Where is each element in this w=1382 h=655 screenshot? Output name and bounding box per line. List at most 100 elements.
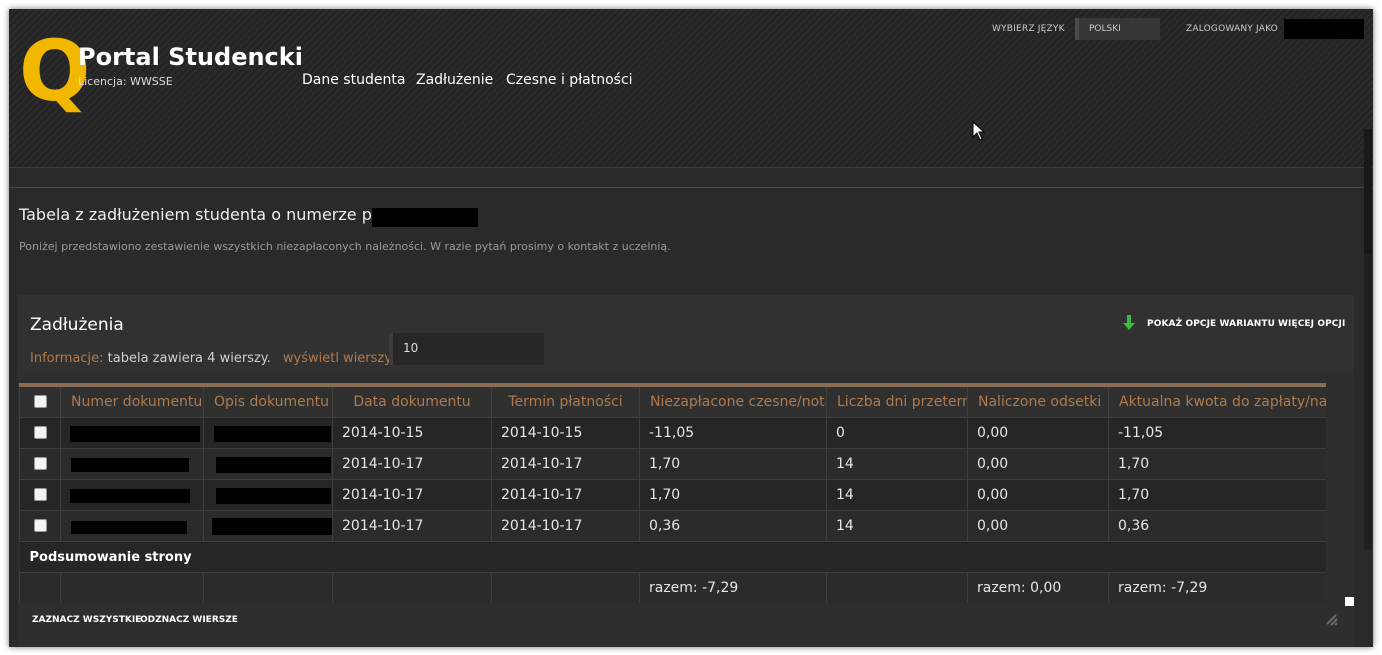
summary-amount-total: razem: -7,29: [1108, 571, 1326, 603]
column-header[interactable]: Data dokumentu: [332, 383, 492, 417]
unpaid-cell: 0,36: [639, 509, 827, 541]
download-arrow-icon[interactable]: [1123, 315, 1135, 331]
doc-description-cell: [203, 509, 333, 541]
row-checkbox[interactable]: [33, 426, 47, 439]
select-all-checkbox[interactable]: [33, 395, 47, 409]
row-checkbox-cell[interactable]: [19, 447, 61, 479]
overdue-days-cell: 14: [826, 447, 968, 479]
column-header[interactable]: Termin płatności: [491, 383, 640, 417]
app-window: Q Portal Studencki Licencja: WWSSE Dane …: [9, 9, 1373, 647]
deselect-rows-button[interactable]: ODZNACZ WIERSZE: [140, 615, 238, 625]
doc-description-cell: [203, 416, 333, 448]
row-checkbox-cell[interactable]: [19, 509, 61, 541]
nav-zadluzenie[interactable]: Zadłużenie: [416, 72, 493, 88]
redacted-value: [70, 488, 190, 503]
table-header-row: Numer dokumentu Opis dokumentu Data doku…: [19, 383, 1326, 417]
select-all-button[interactable]: ZAZNACZ WSZYSTKIE: [32, 615, 141, 625]
column-header[interactable]: Aktualna kwota do zapłaty/nadpłaty: [1108, 383, 1326, 417]
language-label: WYBIERZ JĘZYK: [992, 24, 1065, 34]
more-options-button[interactable]: WIĘCEJ OPCJI: [1278, 319, 1345, 329]
doc-date-cell: 2014-10-17: [332, 447, 492, 479]
info-text-post: wierszy.: [219, 351, 271, 366]
doc-description-cell: [203, 447, 333, 479]
resize-handle-icon[interactable]: [1324, 612, 1340, 628]
doc-date-cell: 2014-10-17: [332, 509, 492, 541]
doc-description-cell: [203, 478, 333, 510]
resize-marker: [1345, 597, 1354, 606]
summary-interest-total: razem: 0,00: [967, 571, 1109, 603]
overdue-days-cell: 14: [826, 478, 968, 510]
page-heading: Tabela z zadłużeniem studenta o numerze …: [19, 205, 410, 224]
redacted-value: [216, 456, 331, 473]
redacted-value: [71, 520, 187, 534]
redacted-value: [70, 425, 200, 442]
column-header[interactable]: Niezapłacone czesne/nota obciążeniowa: [639, 383, 827, 417]
row-checkbox[interactable]: [33, 519, 47, 532]
show-variant-options-button[interactable]: POKAŻ OPCJE WARIANTU: [1147, 319, 1275, 329]
table-row[interactable]: 2014-10-17 2014-10-17 1,70 14 0,00 1,70: [19, 447, 1326, 479]
info-text-pre: tabela zawiera: [107, 351, 204, 366]
logged-in-label: ZALOGOWANY JAKO: [1186, 24, 1278, 34]
amount-due-cell: 1,70: [1108, 447, 1326, 479]
summary-row: razem: -7,29 razem: 0,00 razem: -7,29: [19, 571, 1326, 603]
table-row[interactable]: 2014-10-15 2014-10-15 -11,05 0 0,00 -11,…: [19, 416, 1326, 448]
unpaid-cell: 1,70: [639, 478, 827, 510]
due-date-cell: 2014-10-17: [491, 478, 640, 510]
scrollbar-thumb[interactable]: [1364, 129, 1372, 254]
doc-date-cell: 2014-10-17: [332, 478, 492, 510]
summary-cell: [332, 571, 492, 603]
row-checkbox-cell[interactable]: [19, 478, 61, 510]
redacted-value: [71, 457, 189, 472]
table-info: Informacje: tabela zawiera 4 wierszy. wy…: [30, 351, 395, 366]
due-date-cell: 2014-10-17: [491, 509, 640, 541]
summary-cell: [203, 571, 333, 603]
rows-label: wyświetl wierszy:: [282, 351, 396, 366]
interest-cell: 0,00: [967, 447, 1109, 479]
summary-title-row: Podsumowanie strony: [19, 540, 1326, 572]
logo-icon: Q: [19, 22, 90, 120]
column-header[interactable]: Numer dokumentu: [60, 383, 204, 417]
row-checkbox[interactable]: [33, 488, 47, 501]
doc-number-cell: [60, 447, 204, 479]
row-checkbox[interactable]: [33, 457, 47, 470]
table-row[interactable]: 2014-10-17 2014-10-17 0,36 14 0,00 0,36: [19, 509, 1326, 541]
mouse-cursor-icon: [972, 121, 986, 141]
column-header[interactable]: Liczba dni przeterminowania: [826, 383, 968, 417]
license-text: Licencja: WWSSE: [78, 75, 173, 88]
row-checkbox-cell[interactable]: [19, 416, 61, 448]
overdue-days-cell: 14: [826, 509, 968, 541]
table-scrollbar[interactable]: [1364, 129, 1372, 549]
app-title: Portal Studencki: [78, 43, 303, 71]
redacted-value: [216, 487, 331, 504]
amount-due-cell: 1,70: [1108, 478, 1326, 510]
rows-per-page-input[interactable]: 10: [389, 333, 544, 365]
column-header[interactable]: Naliczone odsetki: [967, 383, 1109, 417]
summary-cell: [19, 571, 61, 603]
divider: [9, 187, 1373, 188]
summary-title-cell: Podsumowanie strony: [19, 540, 1326, 572]
interest-cell: 0,00: [967, 509, 1109, 541]
info-label: Informacje:: [30, 351, 104, 366]
unpaid-cell: -11,05: [639, 416, 827, 448]
redacted-value: [214, 425, 331, 442]
doc-number-cell: [60, 478, 204, 510]
summary-cell: [826, 571, 968, 603]
amount-due-cell: -11,05: [1108, 416, 1326, 448]
table-row[interactable]: 2014-10-17 2014-10-17 1,70 14 0,00 1,70: [19, 478, 1326, 510]
due-date-cell: 2014-10-15: [491, 416, 640, 448]
nav-dane-studenta[interactable]: Dane studenta: [302, 72, 405, 88]
doc-number-cell: [60, 416, 204, 448]
interest-cell: 0,00: [967, 416, 1109, 448]
column-header[interactable]: Opis dokumentu: [203, 383, 333, 417]
language-select[interactable]: POLSKI: [1075, 18, 1160, 40]
redacted-value: [212, 517, 332, 535]
header-checkbox-cell[interactable]: [19, 383, 61, 417]
nav-czesne-i-platnosci[interactable]: Czesne i płatności: [506, 72, 633, 88]
doc-number-cell: [60, 509, 204, 541]
unpaid-cell: 1,70: [639, 447, 827, 479]
due-date-cell: 2014-10-17: [491, 447, 640, 479]
summary-unpaid-total: razem: -7,29: [639, 571, 827, 603]
summary-title: Podsumowanie strony: [29, 549, 192, 565]
header: Q Portal Studencki Licencja: WWSSE Dane …: [9, 9, 1373, 168]
summary-cell: [491, 571, 640, 603]
